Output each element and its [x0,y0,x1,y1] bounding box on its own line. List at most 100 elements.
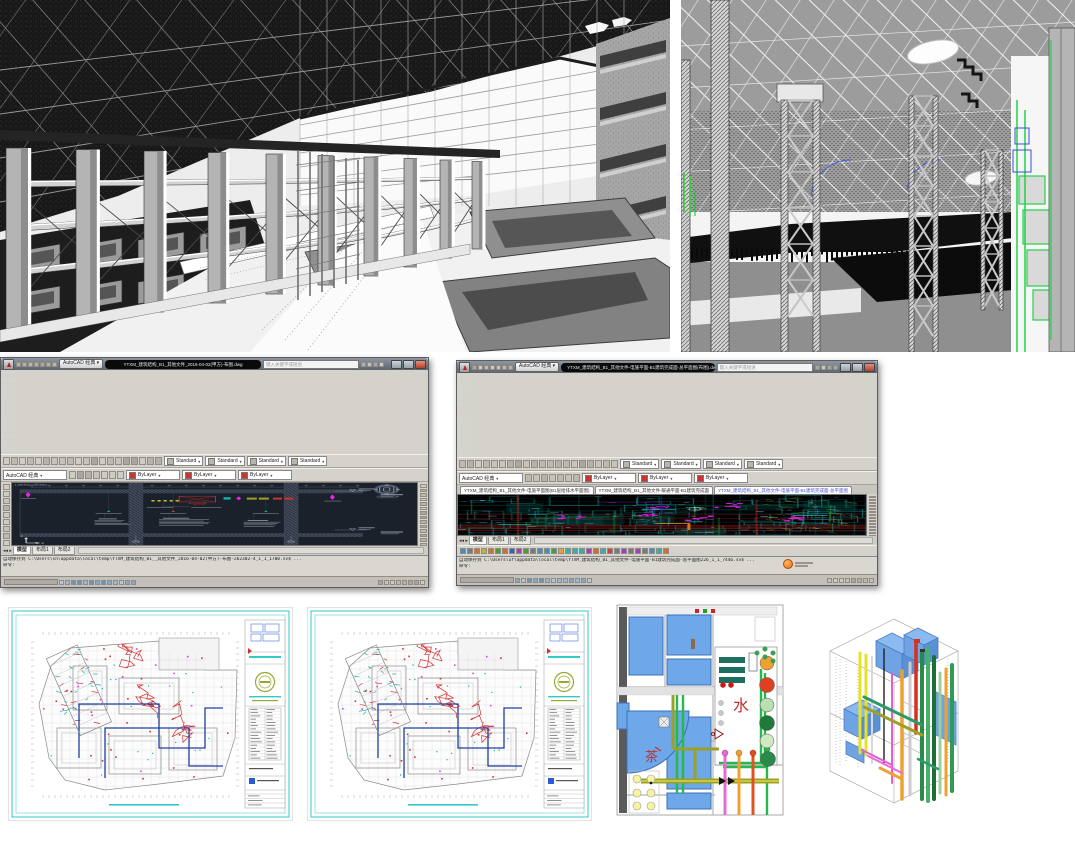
toolbar-icon[interactable] [402,580,407,585]
toolbar-icon[interactable] [833,365,838,370]
toolbar-icon[interactable] [367,362,372,367]
toolbar-icon[interactable] [420,484,427,488]
toolbar-icon[interactable] [491,460,498,468]
toolbar-icon[interactable] [99,457,106,465]
toolbar-icon[interactable] [109,471,116,479]
toolbar-icon[interactable] [557,578,562,583]
toolbar-icon[interactable] [869,526,876,528]
toolbar-icon[interactable] [67,457,74,465]
toolbar-icon[interactable] [571,460,578,468]
toolbar-icon[interactable] [16,362,21,367]
toolbar-icon[interactable] [869,529,876,531]
toolbar-icon[interactable] [40,362,45,367]
toolbar-icon[interactable] [515,460,522,468]
toolbar-icon[interactable] [821,365,826,370]
close-button[interactable] [864,363,875,372]
toolbar-icon[interactable] [563,578,568,583]
drawing-canvas-section[interactable]: [-][俯视][二维线框] XY [11,482,418,546]
toolbar-icon[interactable] [420,511,427,515]
toolbar-icon[interactable] [547,460,554,468]
horizontal-scrollbar[interactable] [534,537,874,544]
toolbar-icon[interactable] [869,508,876,510]
toolbar-icon[interactable] [46,362,51,367]
toolbar-icon[interactable] [139,457,146,465]
tab-scroll-arrows[interactable]: ◂◂ ▸ [459,538,468,544]
toolbar-icon[interactable] [628,548,634,554]
toolbar-icon[interactable] [586,548,592,554]
layout-tab[interactable]: 布局1 [488,537,509,545]
toolbar-icon[interactable] [89,580,94,585]
toolbar-icon[interactable] [523,460,530,468]
toolbar-icon[interactable] [147,457,154,465]
command-prompt[interactable]: 命令: [3,563,426,569]
toolbar-icon[interactable] [869,520,876,522]
notification-badge[interactable] [783,559,813,569]
toolbar-icon[interactable] [420,520,427,524]
toolbar-icon[interactable] [459,460,466,468]
layout-tab[interactable]: 布局1 [32,547,53,555]
toolbar-icon[interactable] [475,460,482,468]
toolbar-icon[interactable] [3,533,10,539]
toolbar-icon[interactable] [869,523,876,525]
toolbar-icon[interactable] [533,474,540,482]
toolbar-icon[interactable] [869,499,876,501]
toolbar-icon[interactable] [663,548,669,554]
toolbar-icon[interactable] [539,460,546,468]
layout-tab[interactable]: 布局2 [54,547,75,555]
toolbar-icon[interactable] [541,474,548,482]
toolbar-icon[interactable] [581,578,586,583]
toolbar-icon[interactable] [869,517,876,519]
bylayer-dropdown[interactable]: ByLayer▾ [638,473,692,483]
toolbar-icon[interactable] [3,498,10,504]
toolbar-icon[interactable] [3,505,10,511]
toolbar-icon[interactable] [59,457,66,465]
toolbar-icon[interactable] [595,460,602,468]
toolbar-icon[interactable] [483,460,490,468]
toolbar-icon[interactable] [414,580,419,585]
style-dropdown[interactable]: Standard▾ [164,456,203,466]
toolbar-icon[interactable] [525,474,532,482]
toolbar-icon[interactable] [101,580,106,585]
toolbar-icon[interactable] [361,362,366,367]
workspace-dropdown[interactable]: AutoCAD 经典▾ [3,470,67,480]
toolbar-icon[interactable] [378,580,383,585]
toolbar-icon[interactable] [488,548,494,554]
toolbar-icon[interactable] [555,460,562,468]
style-dropdown[interactable]: Standard▾ [205,456,244,466]
toolbar-icon[interactable] [43,457,50,465]
toolbar-icon[interactable] [499,460,506,468]
toolbar-icon[interactable] [131,457,138,465]
toolbar-icon[interactable] [390,580,395,585]
toolbar-icon[interactable] [34,362,39,367]
toolbar-icon[interactable] [75,457,82,465]
toolbar-icon[interactable] [869,496,876,498]
toolbar-icon[interactable] [587,460,594,468]
toolbar-icon[interactable] [656,548,662,554]
toolbar-icon[interactable] [557,474,564,482]
toolbar-icon[interactable] [549,474,556,482]
layout-tab[interactable]: 布局2 [510,537,531,545]
toolbar-icon[interactable] [544,548,550,554]
toolbar-icon[interactable] [869,505,876,507]
style-dropdown[interactable]: Standard▾ [620,459,659,469]
toolbar-icon[interactable] [131,580,136,585]
toolbar-icon[interactable] [77,580,82,585]
toolbar-icon[interactable] [563,460,570,468]
autocad-logo-icon[interactable] [459,362,470,373]
toolbar-icon[interactable] [833,578,838,583]
toolbar-icon[interactable] [551,548,557,554]
file-tab[interactable]: YTXM_建筑结构_B1_其他文件-暖通平面-B1建筑完成面 [595,486,714,494]
toolbar-icon[interactable] [490,365,495,370]
toolbar-icon[interactable] [35,457,42,465]
toolbar-icon[interactable] [527,578,532,583]
toolbar-icon[interactable] [93,471,100,479]
layout-tab[interactable]: 模型 [469,537,487,545]
toolbar-icon[interactable] [827,365,832,370]
toolbar-icon[interactable] [155,457,162,465]
toolbar-icon[interactable] [65,580,70,585]
toolbar-icon[interactable] [642,548,648,554]
toolbar-icon[interactable] [649,548,655,554]
toolbar-icon[interactable] [11,457,18,465]
toolbar-icon[interactable] [611,460,618,468]
toolbar-icon[interactable] [420,498,427,502]
